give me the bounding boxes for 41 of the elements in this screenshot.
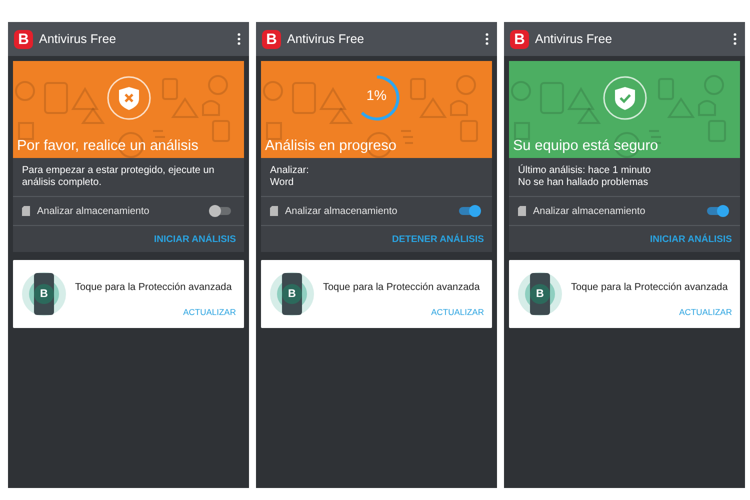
scan-button[interactable]: INICIAR ANÁLISIS	[154, 234, 236, 245]
promo-text: Toque para la Protección avanzada	[75, 282, 233, 292]
app-logo: B	[14, 30, 33, 48]
detail-text: Para empezar a estar protegido, ejecute un análisis completo.	[22, 165, 216, 189]
app-logo: B	[510, 30, 529, 48]
more-icon[interactable]	[485, 33, 489, 45]
more-icon[interactable]	[733, 33, 737, 45]
app-title: Antivirus Free	[535, 32, 614, 46]
sd-card-icon	[518, 206, 526, 216]
toggle-switch[interactable]	[459, 207, 479, 215]
promo-text: Toque para la Protección avanzada	[323, 282, 481, 292]
upgrade-button[interactable]: ACTUALIZAR	[679, 306, 732, 316]
shield-check-icon	[602, 75, 648, 121]
detail-text: Word	[270, 177, 295, 189]
promo-card[interactable]: B Toque para la Protección avanzada ACTUALIZAR	[509, 260, 740, 328]
scan-button[interactable]: DETENER ANÁLISIS	[392, 234, 484, 245]
scan-button[interactable]: INICIAR ANÁLISIS	[650, 234, 732, 245]
toggle-switch[interactable]	[707, 207, 727, 215]
status-headline: Análisis en progreso	[265, 138, 396, 154]
status-headline: Su equipo está seguro	[513, 138, 658, 154]
upgrade-button[interactable]: ACTUALIZAR	[431, 306, 484, 316]
detail-text: Último análisis: hace 1 minuto	[518, 165, 652, 177]
promo-text: Toque para la Protección avanzada	[571, 282, 729, 292]
progress-percent: 1%	[366, 87, 387, 103]
detail-text: No se han hallado problemas	[518, 177, 650, 189]
toggle-switch[interactable]	[211, 207, 231, 215]
promo-card[interactable]: B Toque para la Protección avanzada ACTUALIZAR	[13, 260, 244, 328]
shield-x-icon	[106, 75, 152, 121]
upgrade-button[interactable]: ACTUALIZAR	[183, 306, 236, 316]
promo-card[interactable]: B Toque para la Protección avanzada ACTUALIZAR	[261, 260, 492, 328]
app-title: Antivirus Free	[39, 32, 118, 46]
detail-text: Analizar:	[270, 165, 310, 177]
sd-card-icon	[270, 206, 278, 216]
toggle-label: Analizar almacenamiento	[285, 206, 398, 216]
app-title: Antivirus Free	[287, 32, 366, 46]
toggle-label: Analizar almacenamiento	[533, 206, 646, 216]
toggle-label: Analizar almacenamiento	[37, 206, 150, 216]
status-headline: Por favor, realice un análisis	[17, 138, 198, 154]
sd-card-icon	[22, 206, 30, 216]
more-icon[interactable]	[237, 33, 241, 45]
app-logo: B	[262, 30, 281, 48]
